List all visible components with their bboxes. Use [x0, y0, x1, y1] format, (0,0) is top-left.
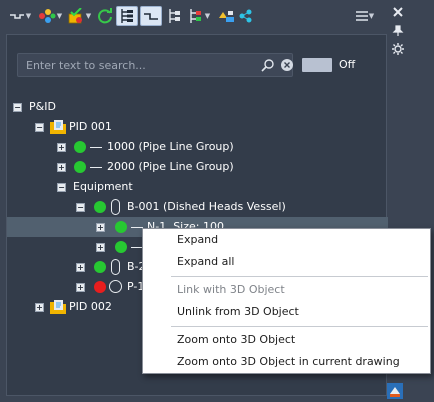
expand-icon[interactable]: + — [76, 283, 85, 292]
pipe-line-icon — [90, 147, 102, 148]
menu-item-expand[interactable]: Expand — [143, 229, 430, 251]
chevron-down-icon: ▼ — [25, 12, 32, 20]
tree-view-icon — [121, 9, 133, 23]
tree-node-pid-001[interactable]: − PID 001 — [7, 117, 388, 137]
pipe-line-button[interactable]: ▼ — [6, 6, 34, 26]
expand-icon[interactable]: + — [76, 263, 85, 272]
expand-icon[interactable]: + — [96, 243, 105, 252]
context-menu: Expand Expand all Link with 3D Object Un… — [142, 228, 431, 374]
tree-node-label: 1000 (Pipe Line Group) — [107, 140, 234, 153]
assign-tags-button[interactable] — [216, 6, 236, 26]
menu-item-unlink-3d-object[interactable]: Unlink from 3D Object — [143, 301, 430, 323]
status-ok-icon — [94, 201, 106, 213]
chevron-down-icon: ▼ — [56, 12, 63, 20]
network-icon — [239, 9, 252, 23]
collapse-icon[interactable]: − — [76, 203, 85, 212]
tree-node-equipment[interactable]: − Equipment — [7, 177, 388, 197]
pipe-line-icon — [90, 167, 102, 168]
hierarchy-colored-button[interactable]: ▼ — [186, 6, 212, 26]
tree-node-line-1000[interactable]: + 1000 (Pipe Line Group) — [7, 137, 388, 157]
menu-item-zoom-3d-object[interactable]: Zoom onto 3D Object — [143, 329, 430, 351]
filter-toggle[interactable] — [302, 58, 332, 72]
search-bar: Off — [17, 53, 362, 77]
drawing-folder-icon — [50, 300, 66, 314]
status-ok-icon — [115, 221, 127, 233]
status-ok-icon — [94, 261, 106, 273]
chevron-down-icon: ▼ — [85, 12, 92, 20]
search-input[interactable] — [17, 53, 293, 77]
pin-icon — [392, 25, 404, 36]
status-error-icon — [94, 281, 106, 293]
pump-icon — [109, 280, 122, 293]
tree-view-button[interactable] — [116, 6, 138, 26]
color-nodes-button[interactable]: ▼ — [36, 6, 64, 26]
close-button[interactable] — [390, 4, 406, 20]
validate-icon — [68, 8, 82, 24]
menu-icon — [355, 11, 368, 21]
color-nodes-icon — [38, 9, 56, 23]
status-ok-icon — [74, 161, 86, 173]
tree-node-label: P&ID — [29, 100, 56, 113]
collapse-icon[interactable]: − — [35, 123, 44, 132]
settings-icon — [392, 43, 404, 55]
hierarchy-colored-icon — [190, 9, 201, 23]
settings-button[interactable] — [390, 41, 406, 57]
status-ok-icon — [74, 141, 86, 153]
tree-node-line-2000[interactable]: + 2000 (Pipe Line Group) — [7, 157, 388, 177]
tree-node-label: B-001 (Dished Heads Vessel) — [127, 200, 286, 213]
menu-separator — [171, 276, 428, 277]
collapse-icon[interactable]: − — [13, 103, 22, 112]
tree-node-pid-root[interactable]: − P&ID — [7, 97, 388, 117]
tree-node-label: Equipment — [73, 180, 133, 193]
toolbar: ▼ ▼ ▼ ▼ ▼ — [0, 0, 386, 34]
pipe-line-icon — [9, 14, 24, 19]
tree-node-label: PID 001 — [69, 120, 112, 133]
hierarchy-icon — [169, 9, 180, 23]
validate-button[interactable]: ▼ — [66, 6, 92, 26]
search-icon[interactable] — [261, 58, 275, 72]
drawing-folder-icon — [50, 120, 66, 134]
clear-icon[interactable] — [280, 58, 294, 72]
chevron-down-icon: ▼ — [368, 12, 375, 20]
vessel-icon — [111, 259, 120, 275]
menu-item-expand-all[interactable]: Expand all — [143, 251, 430, 273]
menu-button[interactable]: ▼ — [352, 6, 378, 26]
menu-separator — [171, 326, 428, 327]
tree-node-label: 2000 (Pipe Line Group) — [107, 160, 234, 173]
menu-item-zoom-3d-object-current[interactable]: Zoom onto 3D Object in current drawing — [143, 351, 430, 373]
refresh-button[interactable] — [96, 6, 114, 26]
hierarchy-button[interactable] — [166, 6, 182, 26]
connector-view-button[interactable] — [140, 6, 162, 26]
chevron-down-icon: ▼ — [204, 12, 211, 20]
close-icon — [393, 7, 403, 17]
connector-view-icon — [144, 13, 158, 20]
pin-button[interactable] — [390, 23, 406, 39]
collapse-icon[interactable]: − — [57, 183, 66, 192]
status-ok-icon — [115, 241, 127, 253]
assign-tags-icon — [219, 11, 234, 22]
refresh-icon — [98, 8, 112, 24]
toggle-label: Off — [339, 58, 356, 71]
vessel-icon — [111, 199, 120, 215]
expand-icon[interactable]: + — [35, 303, 44, 312]
palette-tool-icon[interactable] — [387, 383, 403, 399]
expand-icon[interactable]: + — [96, 223, 105, 232]
tree-node-label: PID 002 — [69, 300, 112, 313]
tree-node-b-001[interactable]: − B-001 (Dished Heads Vessel) — [7, 197, 388, 217]
menu-item-link-3d-object: Link with 3D Object — [177, 283, 285, 296]
network-button[interactable] — [238, 6, 254, 26]
expand-icon[interactable]: + — [57, 143, 66, 152]
expand-icon[interactable]: + — [57, 163, 66, 172]
